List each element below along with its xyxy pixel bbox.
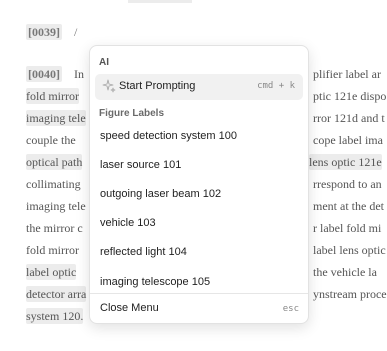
doc-line-left: In xyxy=(74,67,84,81)
doc-line-right: lens optic 121e xyxy=(309,154,382,170)
doc-line-left: imaging tele xyxy=(26,199,86,213)
doc-line-left: label optic xyxy=(26,264,77,280)
doc-line-left: fold mirror xyxy=(26,243,79,257)
start-prompting-button[interactable]: Start Prompting cmd + k xyxy=(95,74,303,100)
figure-label-item[interactable]: laser source 101 xyxy=(100,159,181,171)
top-highlight-strip xyxy=(128,0,192,3)
doc-line-left: fold mirror xyxy=(26,88,79,104)
paragraph-number-0039: [0039] xyxy=(26,24,62,40)
figure-label-item[interactable]: vehicle 103 xyxy=(100,217,156,229)
start-prompting-label: Start Prompting xyxy=(119,80,196,92)
close-menu-shortcut: esc xyxy=(282,304,299,314)
paragraph-number-0040: [0040] xyxy=(26,66,62,82)
doc-line-left: system 120. xyxy=(26,308,84,324)
doc-line-right: cope label ima xyxy=(313,133,383,147)
ai-section-label: AI xyxy=(99,57,109,68)
doc-line-right: r label fold mi xyxy=(313,221,382,235)
doc-line-right: rror 121d and t xyxy=(313,111,385,125)
sparkle-icon xyxy=(102,79,116,93)
doc-line-left: collimating xyxy=(26,177,81,191)
doc-line-left: optical path xyxy=(26,154,83,170)
figure-labels-section-label: Figure Labels xyxy=(99,108,165,119)
doc-line-right: the vehicle la xyxy=(313,265,377,279)
doc-line-right: rrespond to an xyxy=(313,177,382,191)
doc-line-right: plifier label ar xyxy=(313,67,381,81)
doc-line-right: ptic 121e dispo xyxy=(313,89,387,103)
doc-line-left: couple the xyxy=(26,133,76,147)
start-prompting-shortcut: cmd + k xyxy=(257,81,295,91)
paragraph-0039-text: / xyxy=(74,25,78,39)
doc-line-left: imaging tele xyxy=(26,110,86,126)
figure-label-item[interactable]: reflected light 104 xyxy=(100,246,187,258)
menu-divider xyxy=(90,293,308,294)
figure-label-item[interactable]: speed detection system 100 xyxy=(100,130,237,142)
doc-line-right: ment at the det xyxy=(313,199,384,213)
figure-label-item[interactable]: outgoing laser beam 102 xyxy=(100,188,221,200)
doc-line-right: ynstream proces xyxy=(313,287,387,301)
figure-label-item[interactable]: imaging telescope 105 xyxy=(100,276,210,288)
doc-line-right: label lens optic xyxy=(313,243,386,257)
close-menu-button[interactable]: Close Menu xyxy=(100,302,159,314)
figure-label-menu: AI Start Prompting cmd + k Figure Labels… xyxy=(89,45,309,324)
doc-line-left: detector arra xyxy=(26,286,87,302)
doc-line-left: the mirror c xyxy=(26,221,83,235)
